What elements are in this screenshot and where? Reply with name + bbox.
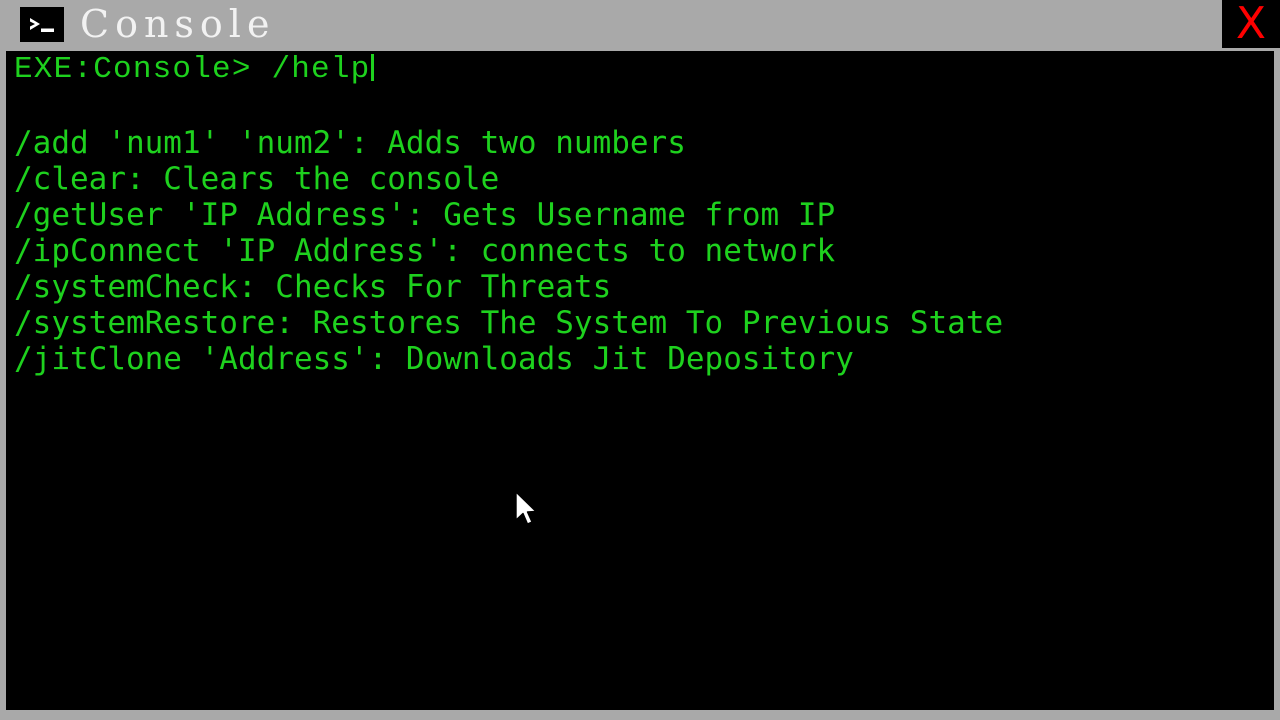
console-line-systemrestore: /systemRestore: Restores The System To P…: [14, 305, 1004, 341]
console-screen[interactable]: EXE:Console> /help /add 'num1' 'num2': A…: [6, 51, 1274, 710]
console-line-getuser: /getUser 'IP Address': Gets Username fro…: [14, 197, 836, 233]
arrow-pointer-icon: [514, 491, 542, 531]
window-titlebar: Console X: [0, 0, 1280, 48]
prompt-text: EXE:Console> /help: [14, 52, 371, 87]
console-application-window: Console X EXE:Console> /help /add 'num1'…: [0, 0, 1280, 720]
console-frame: EXE:Console> /help /add 'num1' 'num2': A…: [0, 48, 1280, 720]
close-button[interactable]: X: [1222, 0, 1280, 48]
terminal-prompt-icon: [20, 7, 64, 42]
console-line-add: /add 'num1' 'num2': Adds two numbers: [14, 125, 686, 161]
console-line-ipconnect: /ipConnect 'IP Address': connects to net…: [14, 233, 836, 269]
console-output: EXE:Console> /help /add 'num1' 'num2': A…: [14, 51, 1274, 377]
console-prompt-line: EXE:Console> /help: [14, 51, 1274, 89]
console-line-jitclone: /jitClone 'Address': Downloads Jit Depos…: [14, 341, 854, 377]
console-line-systemcheck: /systemCheck: Checks For Threats: [14, 269, 612, 305]
console-line-clear: /clear: Clears the console: [14, 161, 500, 197]
window-title: Console: [80, 2, 276, 46]
text-cursor: [371, 54, 375, 81]
